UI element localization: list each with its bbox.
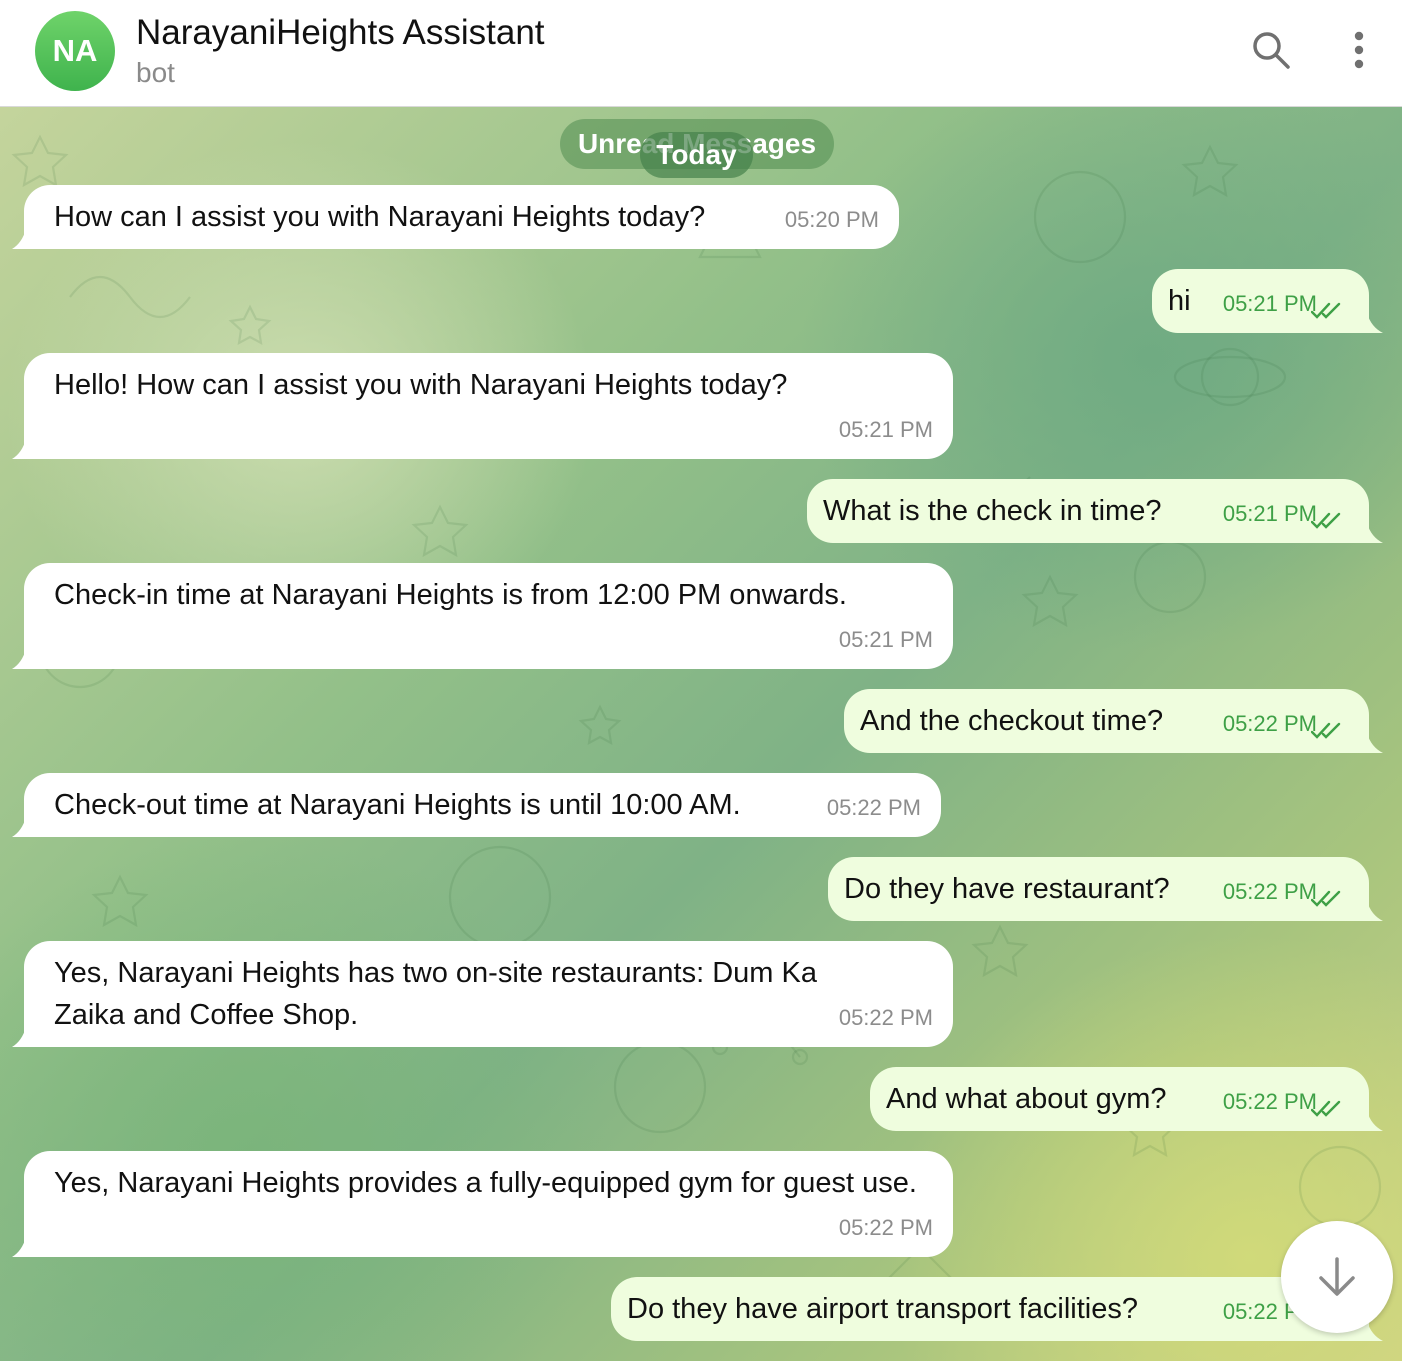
- search-button[interactable]: [1249, 28, 1293, 72]
- chat-title[interactable]: NarayaniHeights Assistant: [136, 13, 545, 53]
- message-outgoing[interactable]: And the checkout time? 05:22 PM: [844, 689, 1383, 753]
- message-text: Yes, Narayani Heights has two on-site re…: [54, 957, 817, 1031]
- message-outgoing[interactable]: Do they have airport transport facilitie…: [611, 1277, 1383, 1341]
- message-text: Check-out time at Narayani Heights is un…: [54, 789, 741, 821]
- read-checkmarks-icon: [1311, 302, 1341, 319]
- message-outgoing[interactable]: hi 05:21 PM: [1152, 269, 1383, 333]
- message-text: Hello! How can I assist you with Narayan…: [54, 369, 788, 401]
- message-text: Yes, Narayani Heights provides a fully-e…: [54, 1167, 917, 1199]
- message-incoming[interactable]: Hello! How can I assist you with Narayan…: [12, 353, 953, 459]
- chat-subtitle: bot: [136, 57, 175, 88]
- message-time: 05:22 PM: [1222, 711, 1317, 736]
- chat-area[interactable]: Unread Messages Today How can I assist y…: [0, 107, 1402, 1361]
- message-text: Check-in time at Narayani Heights is fro…: [54, 579, 847, 611]
- scroll-to-bottom-button[interactable]: [1281, 1221, 1393, 1333]
- message-incoming[interactable]: Yes, Narayani Heights has two on-site re…: [12, 941, 953, 1047]
- read-checkmarks-icon: [1311, 512, 1341, 529]
- read-checkmarks-icon: [1311, 890, 1341, 907]
- message-time: 05:22 PM: [838, 1005, 933, 1030]
- kebab-menu-icon: [1354, 31, 1364, 69]
- message-incoming[interactable]: Check-in time at Narayani Heights is fro…: [12, 563, 953, 669]
- read-checkmarks-icon: [1311, 722, 1341, 739]
- message-incoming[interactable]: Check-out time at Narayani Heights is un…: [12, 773, 941, 837]
- more-options-button[interactable]: [1337, 28, 1381, 72]
- date-separator: Today: [640, 132, 753, 178]
- message-incoming[interactable]: Yes, Narayani Heights provides a fully-e…: [12, 1151, 953, 1257]
- message-time: 05:22 PM: [1222, 1089, 1317, 1114]
- message-outgoing[interactable]: What is the check in time? 05:21 PM: [807, 479, 1383, 543]
- avatar[interactable]: NA: [35, 11, 115, 91]
- search-icon: [1253, 32, 1290, 69]
- message-time: 05:21 PM: [838, 417, 933, 442]
- message-outgoing[interactable]: And what about gym? 05:22 PM: [870, 1067, 1383, 1131]
- message-time: 05:20 PM: [784, 207, 879, 232]
- read-checkmarks-icon: [1311, 1100, 1341, 1117]
- message-time: 05:22 PM: [826, 795, 921, 820]
- message-time: 05:22 PM: [838, 1215, 933, 1240]
- arrow-down-icon: [1319, 1257, 1355, 1296]
- message-text: How can I assist you with Narayani Heigh…: [54, 201, 706, 233]
- message-time: 05:21 PM: [838, 627, 933, 652]
- message-outgoing[interactable]: Do they have restaurant? 05:22 PM: [828, 857, 1383, 921]
- message-time: 05:21 PM: [1222, 501, 1317, 526]
- chat-header: NA NarayaniHeights Assistant bot: [0, 0, 1402, 107]
- message-incoming[interactable]: How can I assist you with Narayani Heigh…: [12, 185, 899, 249]
- message-time: 05:22 PM: [1222, 879, 1317, 904]
- message-time: 05:21 PM: [1222, 291, 1317, 316]
